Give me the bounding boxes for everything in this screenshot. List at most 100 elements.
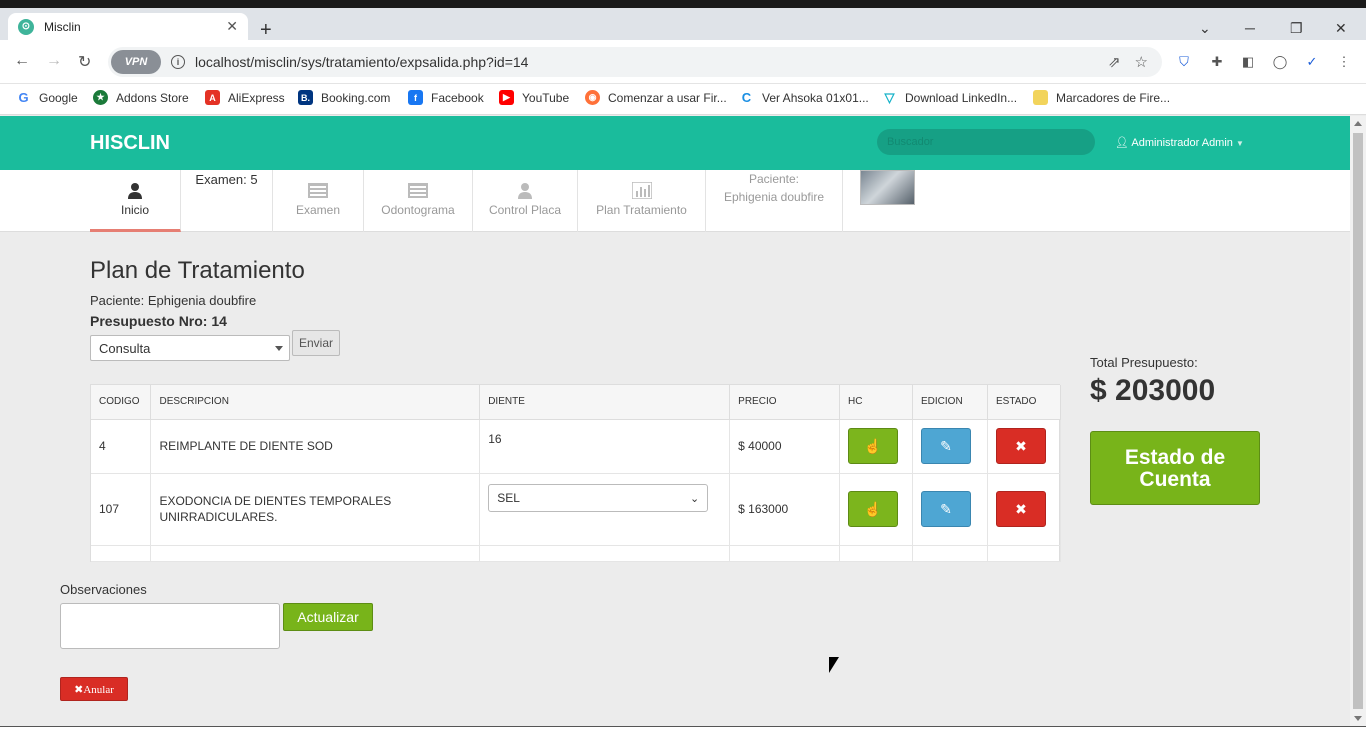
col-precio: PRECIO: [729, 385, 841, 420]
patient-subnav: Inicio Examen: 5 Examen Odontograma Cont…: [0, 170, 1350, 232]
bar-chart-icon: [631, 182, 652, 199]
bookmark-folder-firefox[interactable]: Marcadores de Fire...: [1033, 90, 1170, 105]
omnibox[interactable]: VPN i localhost/misclin/sys/tratamiento/…: [108, 47, 1162, 77]
cell-diente: 16: [479, 419, 731, 474]
tab-examen[interactable]: Examen: [273, 170, 364, 232]
cell-descripcion: EXODONCIA DE DIENTES TEMPORALES UNIRRADI…: [150, 473, 481, 546]
user-name: Administrador Admin: [1131, 137, 1233, 149]
bookmark-google[interactable]: G Google: [16, 90, 78, 105]
page-scrollbar[interactable]: [1350, 116, 1366, 726]
scroll-thumb[interactable]: [1353, 133, 1363, 709]
bookmark-ahsoka[interactable]: C Ver Ahsoka 01x01...: [739, 90, 869, 105]
bookmark-label: Addons Store: [116, 90, 189, 105]
minimize-icon[interactable]: ─: [1245, 20, 1255, 36]
enviar-button[interactable]: Enviar: [292, 330, 340, 356]
edit-button[interactable]: ✎: [921, 491, 972, 527]
close-window-icon[interactable]: ✕: [1335, 20, 1347, 37]
window-bottom-edge: [0, 726, 1366, 734]
cell-codigo: 107: [91, 473, 152, 546]
scroll-down-icon[interactable]: [1354, 716, 1362, 721]
table-row: 107 EXODONCIA DE DIENTES TEMPORALES UNIR…: [91, 473, 1062, 546]
youtube-icon: ▶: [499, 90, 514, 105]
restore-icon[interactable]: ❐: [1290, 20, 1303, 37]
tab-plan-tratamiento[interactable]: Plan Tratamiento: [578, 170, 706, 232]
hc-button[interactable]: ☝: [848, 491, 899, 527]
table-row: 4 REIMPLANTE DE DIENTE SOD 16 $ 40000 ☝ …: [91, 419, 1062, 474]
empty-cell: [479, 545, 731, 562]
tab-title: Misclin: [44, 19, 81, 34]
exam-count: Examen: 5: [181, 170, 273, 232]
reload-icon[interactable]: ↻: [78, 52, 91, 72]
patient-info: Paciente: Ephigenia doubfire: [706, 170, 843, 232]
download-icon: ▽: [882, 90, 897, 105]
new-tab-button[interactable]: +: [260, 20, 272, 40]
bookmark-booking[interactable]: B. Booking.com: [298, 90, 390, 105]
col-diente: DIENTE: [479, 385, 731, 420]
caret-down-icon: ▼: [1235, 139, 1244, 148]
cell-estado: ✖: [987, 473, 1062, 546]
type-select-value: Consulta: [99, 340, 151, 356]
url-text[interactable]: localhost/misclin/sys/tratamiento/expsal…: [195, 54, 1108, 70]
security-extension-icon[interactable]: ✓: [1303, 53, 1321, 71]
col-descripcion: DESCRIPCION: [150, 385, 481, 420]
side-panel-icon[interactable]: ◧: [1239, 53, 1257, 71]
bookmark-label: Booking.com: [321, 90, 391, 105]
bookmark-label: YouTube: [522, 90, 570, 105]
share-icon[interactable]: ⇗: [1108, 53, 1121, 71]
type-select[interactable]: Consulta: [90, 335, 290, 361]
bookmark-youtube[interactable]: ▶ YouTube: [499, 90, 569, 105]
edit-button[interactable]: ✎: [921, 428, 972, 464]
actualizar-button[interactable]: Actualizar: [283, 603, 373, 631]
forward-icon[interactable]: →: [46, 52, 62, 70]
scroll-up-icon[interactable]: [1354, 121, 1362, 126]
page-title: Plan de Tratamiento: [90, 257, 305, 284]
bookmark-addons-store[interactable]: ★ Addons Store: [93, 90, 189, 105]
col-hc: HC: [839, 385, 914, 420]
tab-close-icon[interactable]: ✕: [226, 18, 238, 35]
shield-extension-icon[interactable]: ⛉: [1175, 53, 1193, 71]
tooth-favicon-icon: ⊙: [18, 18, 34, 35]
delete-button[interactable]: ✖: [995, 428, 1046, 464]
bookmark-linkedin[interactable]: ▽ Download LinkedIn...: [882, 90, 1017, 105]
table-row-empty: [91, 545, 1062, 562]
bookmark-label: Comenzar a usar Fir...: [608, 90, 727, 105]
delete-button[interactable]: ✖: [995, 491, 1046, 527]
observaciones-field[interactable]: [60, 603, 280, 649]
tab-search-icon[interactable]: ⌄: [1199, 20, 1211, 37]
brand-logo[interactable]: HISCLIN: [90, 132, 170, 155]
chevron-down-icon: ⌄: [689, 493, 700, 505]
bookmark-label: Ver Ahsoka 01x01...: [762, 90, 869, 105]
menu-kebab-icon[interactable]: ⋮: [1335, 53, 1353, 71]
cell-diente: SEL ⌄: [479, 473, 731, 546]
list-icon: [408, 183, 428, 198]
diente-select[interactable]: SEL ⌄: [488, 484, 709, 512]
hc-button[interactable]: ☝: [848, 428, 899, 464]
anular-button[interactable]: ✖Anular: [60, 677, 128, 701]
bookmark-firefox[interactable]: ◉ Comenzar a usar Fir...: [585, 90, 727, 105]
search-input[interactable]: [877, 129, 1095, 155]
extensions-puzzle-icon[interactable]: ✚: [1208, 53, 1226, 71]
user-icon: [128, 183, 142, 199]
diente-select-value: SEL: [497, 491, 520, 505]
bookmark-star-icon[interactable]: ☆: [1135, 53, 1148, 71]
vpn-badge[interactable]: VPN: [111, 50, 161, 74]
site-info-icon[interactable]: i: [171, 55, 185, 69]
bookmark-aliexpress[interactable]: A AliExpress: [205, 90, 285, 105]
empty-cell: [729, 545, 841, 562]
cell-estado: ✖: [987, 419, 1062, 474]
empty-cell: [912, 545, 988, 562]
profile-icon[interactable]: ◯: [1271, 53, 1289, 71]
browser-tab[interactable]: ⊙ Misclin ✕: [8, 13, 248, 40]
edit-icon: ✎: [940, 437, 952, 454]
tab-control-placa[interactable]: Control Placa: [473, 170, 578, 232]
bookmark-facebook[interactable]: f Facebook: [408, 90, 484, 105]
tab-inicio[interactable]: Inicio: [90, 170, 181, 232]
estado-cuenta-button[interactable]: Estado de Cuenta: [1090, 431, 1260, 505]
patient-label: Paciente:: [748, 172, 800, 186]
user-menu[interactable]: 👤︎ Administrador Admin ▼: [1115, 136, 1244, 149]
tab-odontograma[interactable]: Odontograma: [364, 170, 473, 232]
tab-label: Examen: [295, 203, 341, 217]
back-icon[interactable]: ←: [14, 52, 30, 70]
ahsoka-site-icon: C: [739, 90, 754, 105]
empty-cell: [839, 545, 914, 562]
